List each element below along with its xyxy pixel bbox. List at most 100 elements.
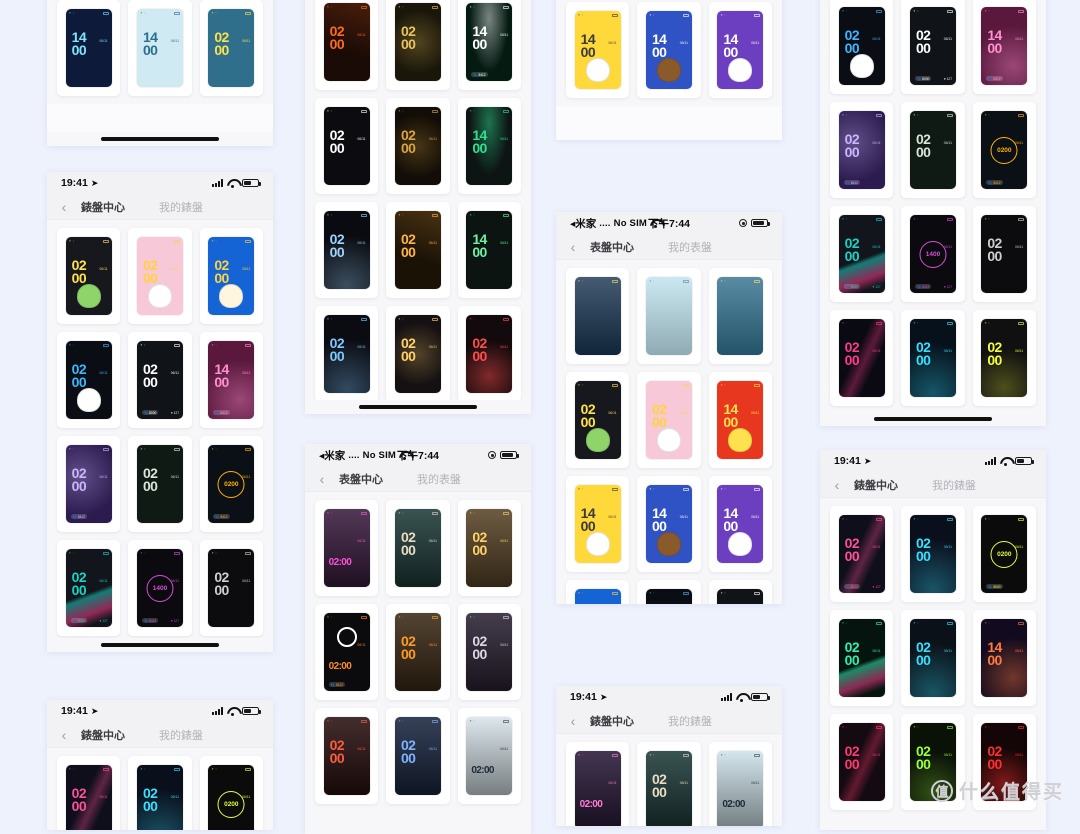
watch-face-preview: ✦ ▫020006/11 bbox=[466, 315, 513, 393]
watch-face-card[interactable]: ✦ ▫020006/11👣8000♥ 127 bbox=[708, 580, 772, 604]
watch-face-card[interactable]: ✦ ▫ 02:00 06/11 👣 8412 bbox=[315, 604, 379, 700]
back-button[interactable]: ‹ bbox=[305, 472, 339, 486]
watch-face-card[interactable]: ✦ ▫ 1400 06/11 👣 8412 ♥ 127 bbox=[128, 540, 192, 636]
watch-face-card[interactable]: ✦ ▫140006/11 bbox=[457, 202, 521, 298]
watch-face-card[interactable]: ✦ ▫020006/11👣8000♥ 127 bbox=[57, 540, 121, 636]
watch-face-card[interactable]: ✦ ▫020006/11 bbox=[830, 610, 894, 706]
watch-face-card[interactable]: ✦ ▫140006/11 bbox=[566, 2, 630, 98]
watch-face-card[interactable]: ✦ ▫020006/11👣8412 bbox=[57, 436, 121, 532]
watch-face-card[interactable]: ✦ ▫020006/11👣8000♥ 127 bbox=[128, 332, 192, 428]
watch-face-card[interactable]: ✦ ▫02:0006/11 bbox=[457, 708, 521, 804]
watch-face-card[interactable]: ✦ ▫020006/11 bbox=[637, 372, 701, 468]
watch-face-card[interactable]: ✦ ▫020006/11 bbox=[637, 580, 701, 604]
watch-face-card[interactable]: ✦ ▫020006/11 bbox=[830, 714, 894, 810]
watch-face-card[interactable]: ✦ ▫140006/11 bbox=[128, 0, 192, 96]
tab-watch-face-center[interactable]: 表盤中心 bbox=[339, 471, 383, 487]
tab-my-watch-faces[interactable]: 我的表盤 bbox=[417, 471, 461, 487]
watch-face-card[interactable]: ✦ ▫020006/11 bbox=[315, 202, 379, 298]
back-button[interactable]: ‹ bbox=[47, 200, 81, 214]
watch-face-card[interactable]: ✦ ▫020006/11 bbox=[57, 756, 121, 830]
watch-face-card[interactable]: ✦ ▫020006/11 bbox=[128, 228, 192, 324]
watch-face-card[interactable]: ✦ ▫020006/11 bbox=[901, 610, 965, 706]
tab-my-watch-faces[interactable]: 我的表盤 bbox=[668, 239, 712, 255]
back-button[interactable]: ‹ bbox=[47, 728, 81, 742]
watch-face-card[interactable]: ✦ ▫140006/11 bbox=[57, 0, 121, 96]
watch-face-card[interactable]: ✦ ▫140006/11 bbox=[708, 476, 772, 572]
watch-face-card[interactable]: ✦ ▫140006/11 bbox=[637, 476, 701, 572]
watch-face-card[interactable]: ✦ ▫140006/11 bbox=[566, 476, 630, 572]
back-button[interactable]: ‹ bbox=[556, 240, 590, 254]
watch-face-card[interactable]: ✦ ▫020006/11 bbox=[128, 756, 192, 830]
watch-face-card[interactable]: ✦ ▫020006/11 bbox=[457, 306, 521, 402]
watch-face-card[interactable]: ✦ ▫140006/11👣8412 bbox=[457, 0, 521, 90]
watch-face-card[interactable]: ✦ ▫020006/11 bbox=[901, 102, 965, 198]
watch-face-card[interactable]: ✦ ▫020006/11👣8412♥ 127 bbox=[830, 506, 894, 602]
status-bar-return-app[interactable]: ◂米家 bbox=[319, 448, 345, 463]
watch-face-card[interactable]: ✦ ▫020006/11 bbox=[457, 604, 521, 700]
watch-face-card[interactable]: ✦ ▫020006/11 bbox=[972, 206, 1036, 302]
watch-face-card[interactable]: ✦ ▫020006/11👣8000 bbox=[972, 506, 1036, 602]
watch-face-grid: ✦ ▫020006/11✦ ▫020006/11✦ ▫020006/11👣800… bbox=[47, 748, 273, 830]
watch-face-card[interactable]: ✦ ▫020006/11👣8412 bbox=[830, 102, 894, 198]
tab-my-watch-faces[interactable]: 我的錶盤 bbox=[159, 727, 203, 743]
watch-face-card[interactable]: ✦ ▫020006/11 bbox=[386, 306, 450, 402]
watch-face-card[interactable]: ✦ ▫020006/11 bbox=[386, 202, 450, 298]
watch-face-card[interactable]: ✦ ▫ 1400 06/11 👣 8412 ♥ 127 bbox=[901, 206, 965, 302]
watch-face-card[interactable]: ✦ ▫020006/11 bbox=[315, 0, 379, 90]
watch-face-card[interactable]: ✦ ▫020006/11 bbox=[566, 580, 630, 604]
tab-watch-face-center[interactable]: 錶盤中心 bbox=[81, 199, 125, 215]
watch-face-card[interactable]: ✦ ▫ bbox=[566, 268, 630, 364]
watch-face-card[interactable]: ✦ ▫020006/11 bbox=[386, 708, 450, 804]
watch-face-card[interactable]: ✦ ▫140006/11 bbox=[457, 98, 521, 194]
watch-face-card[interactable]: ✦ ▫140006/11 bbox=[637, 2, 701, 98]
watch-face-card[interactable]: ✦ ▫ bbox=[708, 268, 772, 364]
watch-face-card[interactable]: ✦ ▫020006/11👣8000 bbox=[199, 756, 263, 830]
watch-face-card[interactable]: ✦ ▫140006/11👣8412 bbox=[199, 332, 263, 428]
back-button[interactable]: ‹ bbox=[556, 714, 590, 728]
watch-face-card[interactable]: ✦ ▫020006/11 bbox=[386, 500, 450, 596]
watch-face-card[interactable]: ✦ ▫020006/11 bbox=[457, 500, 521, 596]
watch-face-card[interactable]: ✦ ▫140006/11 bbox=[708, 372, 772, 468]
watch-face-card[interactable]: ✦ ▫020006/11 bbox=[901, 310, 965, 406]
watch-face-card[interactable]: ✦ ▫020006/11 bbox=[315, 306, 379, 402]
watch-face-card[interactable]: ✦ ▫020006/11 bbox=[830, 310, 894, 406]
watch-face-card[interactable]: ✦ ▫020006/11 bbox=[901, 506, 965, 602]
watch-face-card[interactable]: ✦ ▫020006/11 bbox=[199, 228, 263, 324]
watch-face-card[interactable]: ✦ ▫140006/11 bbox=[972, 610, 1036, 706]
watch-face-card[interactable]: ✦ ▫020006/11 bbox=[386, 98, 450, 194]
tab-my-watch-faces[interactable]: 我的錶盤 bbox=[668, 713, 712, 729]
watch-face-card[interactable]: ✦ ▫020006/11 bbox=[128, 436, 192, 532]
watch-face-card[interactable]: ✦ ▫02:0006/11 bbox=[315, 500, 379, 596]
watch-face-card[interactable]: ✦ ▫020006/11 bbox=[315, 708, 379, 804]
watch-face-card[interactable]: ✦ ▫020006/11👣8412 bbox=[972, 102, 1036, 198]
status-bar-return-app[interactable]: ◂米家 bbox=[570, 216, 596, 231]
tab-watch-face-center[interactable]: 錶盤中心 bbox=[854, 477, 898, 493]
watch-face-card[interactable]: ✦ ▫020006/11 bbox=[199, 540, 263, 636]
watch-face-card[interactable]: ✦ ▫020006/11 bbox=[315, 98, 379, 194]
tab-watch-face-center[interactable]: 錶盤中心 bbox=[590, 713, 634, 729]
watch-face-card[interactable]: ✦ ▫020006/11 bbox=[972, 310, 1036, 406]
watch-face-card[interactable]: ✦ ▫140006/11 bbox=[708, 2, 772, 98]
tab-watch-face-center[interactable]: 表盤中心 bbox=[590, 239, 634, 255]
watch-face-card[interactable]: ✦ ▫020006/11 bbox=[386, 604, 450, 700]
watch-face-card[interactable]: ✦ ▫020006/11 bbox=[57, 228, 121, 324]
watch-face-card[interactable]: ✦ ▫02:0006/11 bbox=[708, 742, 772, 826]
watch-face-card[interactable]: ✦ ▫020006/11 bbox=[199, 0, 263, 96]
watch-face-card[interactable]: ✦ ▫020006/11 bbox=[566, 372, 630, 468]
watch-face-date: 06/11 bbox=[943, 649, 952, 653]
watch-face-progress-ring: 0200 bbox=[217, 791, 245, 818]
watch-face-card[interactable]: ✦ ▫0200 bbox=[386, 0, 450, 90]
back-button[interactable]: ‹ bbox=[820, 478, 854, 492]
tab-my-watch-faces[interactable]: 我的錶盤 bbox=[159, 199, 203, 215]
watch-face-card[interactable]: ✦ ▫020006/11 bbox=[57, 332, 121, 428]
watch-face-card[interactable]: ✦ ▫ bbox=[637, 268, 701, 364]
tab-my-watch-faces[interactable]: 我的錶盤 bbox=[932, 477, 976, 493]
watch-face-card[interactable]: ✦ ▫020006/11 bbox=[830, 0, 894, 94]
tab-watch-face-center[interactable]: 錶盤中心 bbox=[81, 727, 125, 743]
watch-face-card[interactable]: ✦ ▫02:0006/11 bbox=[566, 742, 630, 826]
watch-face-card[interactable]: ✦ ▫020006/11👣8412 bbox=[199, 436, 263, 532]
watch-face-card[interactable]: ✦ ▫020006/11 bbox=[637, 742, 701, 826]
watch-face-card[interactable]: ✦ ▫020006/11👣8000♥ 127 bbox=[901, 0, 965, 94]
watch-face-card[interactable]: ✦ ▫020006/11👣8000♥ 127 bbox=[830, 206, 894, 302]
watch-face-card[interactable]: ✦ ▫140006/11👣8412 bbox=[972, 0, 1036, 94]
